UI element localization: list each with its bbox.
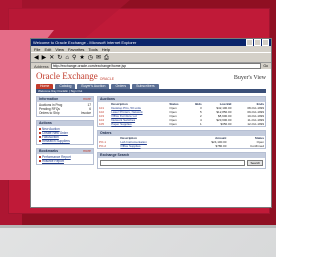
right-column: Auctions Description Status Bids Low Bid… (97, 96, 266, 172)
pink-accent-tab (0, 30, 54, 180)
auctions-box: Auctions Description Status Bids Low Bid… (97, 96, 266, 127)
bookmark-link[interactable]: Hillsville Report (42, 159, 64, 163)
bookmarks-box-title: Bookmarks (39, 149, 59, 153)
bullet-icon (39, 128, 41, 130)
tab-orders[interactable]: Orders (111, 84, 131, 89)
minimize-button[interactable] (246, 39, 253, 46)
row-status: Open (169, 122, 177, 126)
bullet-icon (39, 140, 41, 142)
actions-box: Actions New Auction Create New Order Fax… (36, 120, 94, 145)
menu-view[interactable]: View (55, 47, 64, 52)
bullet-icon (39, 136, 41, 138)
bullet-icon (39, 156, 41, 158)
slide-panel: Welcome to Oracle Exchange - Microsoft I… (0, 0, 276, 225)
row-low-bid: $350.00 (220, 122, 232, 126)
history-icon[interactable]: ◷ (88, 55, 93, 61)
address-bar: Address http://exchange.oracle.com/excha… (31, 63, 271, 69)
window-title: Welcome to Oracle Exchange - Microsoft I… (33, 40, 137, 45)
menu-tools[interactable]: Tools (88, 47, 97, 52)
content-area: Information more Auctions in Prog 17 Pen… (31, 93, 271, 175)
row-id: 105 (99, 122, 105, 126)
search-button[interactable]: Search (247, 160, 263, 166)
brand-sub: ORACLE (99, 77, 115, 81)
info-box-title: Information (39, 97, 59, 101)
menu-edit[interactable]: Edit (44, 47, 51, 52)
bookmarks-box: Bookmarks more Performance Report Hillsv… (36, 148, 94, 165)
bookmarks-more-link[interactable]: more (83, 149, 91, 154)
menu-help[interactable]: Help (102, 47, 110, 52)
home-icon[interactable]: ⌂ (65, 55, 69, 61)
role-label: Buyer's View (233, 75, 266, 81)
auctions-table: Description Status Bids Low Bid Ends 101… (98, 102, 265, 126)
app-header: Oracle Exchange ORACLE Buyer's View (31, 69, 271, 82)
info-value: Invoice (80, 111, 91, 115)
browser-toolbar: ◀ ▶ ✕ ↻ ⌂ ⚲ ★ ◷ ✉ ⎙ (31, 52, 271, 63)
row-status: Confirmed (250, 144, 264, 148)
action-link[interactable]: Research Suppliers (42, 139, 70, 143)
mail-icon[interactable]: ✉ (96, 55, 101, 61)
menu-favorites[interactable]: Favorites (68, 47, 84, 52)
table-row[interactable]: PO-2 Office Supplies $780.00 Confirmed (98, 144, 265, 148)
print-icon[interactable]: ⎙ (104, 55, 109, 61)
address-input[interactable]: http://exchange.oracle.com/exchange/home… (50, 63, 262, 69)
tab-subscribers[interactable]: Subscribers (132, 84, 159, 89)
forward-icon[interactable]: ▶ (42, 55, 47, 61)
table-row[interactable]: 105 Paper Supplies Open 1 $350.00 12-Oct… (98, 122, 265, 126)
bullet-icon (39, 160, 41, 162)
maximize-button[interactable] (254, 39, 261, 46)
search-box-title: Exchange Search (100, 153, 130, 157)
favorites-icon[interactable]: ★ (79, 55, 84, 61)
search-icon[interactable]: ⚲ (72, 55, 76, 61)
back-icon[interactable]: ◀ (34, 55, 39, 61)
row-description[interactable]: Office Supplies (119, 144, 187, 148)
stop-icon[interactable]: ✕ (49, 55, 54, 61)
brand-logo[interactable]: Oracle Exchange (36, 72, 98, 81)
info-more-link[interactable]: more (83, 97, 91, 102)
row-amount: $780.00 (215, 144, 227, 148)
go-button[interactable]: Go (263, 64, 268, 68)
close-button[interactable] (262, 39, 269, 46)
menu-file[interactable]: File (34, 47, 40, 52)
orders-box: Orders Description Amount Status PO-1 La… (97, 130, 266, 149)
search-input[interactable] (100, 160, 246, 166)
row-description[interactable]: Paper Supplies (110, 122, 168, 126)
orders-box-title: Orders (100, 131, 112, 135)
left-column: Information more Auctions in Prog 17 Pen… (36, 96, 94, 172)
search-box: Exchange Search Search (97, 152, 266, 169)
browser-window: Welcome to Oracle Exchange - Microsoft I… (30, 38, 272, 208)
row-id: PO-2 (99, 144, 107, 148)
bullet-icon (39, 132, 41, 134)
window-titlebar: Welcome to Oracle Exchange - Microsoft I… (31, 39, 271, 46)
refresh-icon[interactable]: ↻ (57, 55, 62, 61)
address-label: Address (34, 63, 49, 69)
info-row: Orders to Ship Invoice (39, 111, 91, 115)
info-label: Orders to Ship (39, 111, 60, 115)
row-bids: 1 (200, 122, 202, 126)
row-ends: 12-Oct-1999 (247, 122, 264, 126)
orders-table: Description Amount Status PO-1 Lab Instr… (98, 136, 265, 148)
info-box: Information more Auctions in Prog 17 Pen… (36, 96, 94, 117)
actions-box-title: Actions (39, 121, 52, 125)
